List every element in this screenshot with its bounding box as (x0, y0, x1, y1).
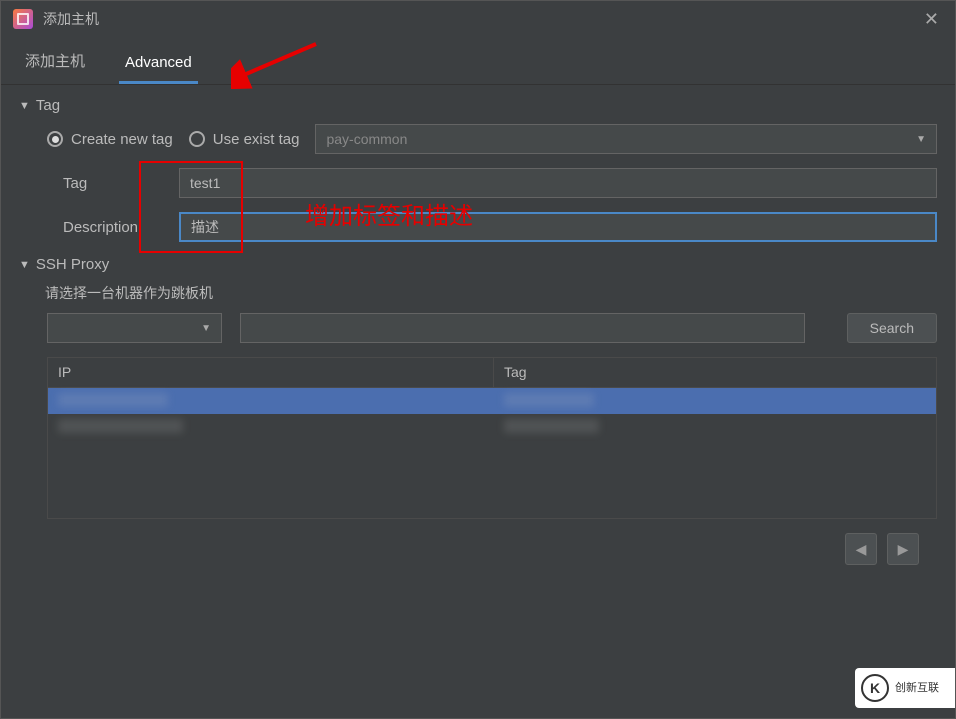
description-input[interactable] (179, 212, 937, 242)
radio-use-exist-tag[interactable]: Use exist tag (189, 131, 300, 148)
page-next-button[interactable]: ▶ (887, 533, 919, 565)
table-row[interactable] (48, 414, 936, 440)
titlebar: 添加主机 ✕ (1, 1, 955, 37)
table-row[interactable] (48, 388, 936, 414)
radio-icon (47, 131, 63, 147)
chevron-down-icon: ▼ (916, 134, 926, 145)
description-row: Description (19, 212, 937, 242)
watermark-logo-icon: K (861, 674, 889, 702)
proxy-table: IP Tag (47, 357, 937, 519)
cell-tag (494, 416, 936, 439)
description-label: Description (63, 219, 163, 236)
ssh-header-label: SSH Proxy (36, 256, 109, 273)
tag-input[interactable] (179, 168, 937, 198)
radio-icon (189, 131, 205, 147)
pager: ◀ ▶ (19, 533, 919, 565)
chevron-down-icon: ▼ (201, 323, 211, 334)
watermark-text: 创新互联 (895, 682, 939, 694)
proxy-search-row: ▼ Search (19, 313, 937, 343)
exist-tag-select[interactable]: pay-common ▼ (315, 124, 937, 154)
collapse-icon: ▼ (19, 259, 30, 271)
tag-label: Tag (63, 175, 163, 192)
cell-ip (48, 416, 494, 439)
tag-header-label: Tag (36, 97, 60, 114)
dialog-window: 添加主机 ✕ 添加主机 Advanced ▼ Tag Create new ta… (0, 0, 956, 719)
table-body (48, 388, 936, 518)
col-tag[interactable]: Tag (494, 358, 936, 387)
cell-tag (494, 390, 936, 413)
radio-create-label: Create new tag (71, 131, 173, 148)
proxy-search-input[interactable] (240, 313, 805, 343)
content-area: ▼ Tag Create new tag Use exist tag pay-c… (1, 85, 955, 565)
collapse-icon: ▼ (19, 100, 30, 112)
exist-tag-value: pay-common (326, 131, 407, 147)
close-icon[interactable]: ✕ (920, 5, 943, 34)
cell-ip (48, 390, 494, 413)
col-ip[interactable]: IP (48, 358, 494, 387)
ssh-hint: 请选择一台机器作为跳板机 (45, 283, 937, 303)
watermark: K 创新互联 (855, 668, 955, 708)
tab-add-host[interactable]: 添加主机 (19, 40, 91, 84)
search-button[interactable]: Search (847, 313, 937, 343)
ssh-proxy-header[interactable]: ▼ SSH Proxy (19, 256, 937, 273)
proxy-type-select[interactable]: ▼ (47, 313, 222, 343)
tab-bar: 添加主机 Advanced (1, 37, 955, 85)
app-icon (13, 9, 33, 29)
tag-mode-row: Create new tag Use exist tag pay-common … (19, 124, 937, 154)
radio-create-new-tag[interactable]: Create new tag (47, 131, 173, 148)
page-prev-button[interactable]: ◀ (845, 533, 877, 565)
tag-section-header[interactable]: ▼ Tag (19, 97, 937, 114)
table-header: IP Tag (48, 358, 936, 388)
window-title: 添加主机 (43, 9, 99, 29)
tab-advanced[interactable]: Advanced (119, 44, 198, 84)
tag-input-row: Tag (19, 168, 937, 198)
radio-exist-label: Use exist tag (213, 131, 300, 148)
